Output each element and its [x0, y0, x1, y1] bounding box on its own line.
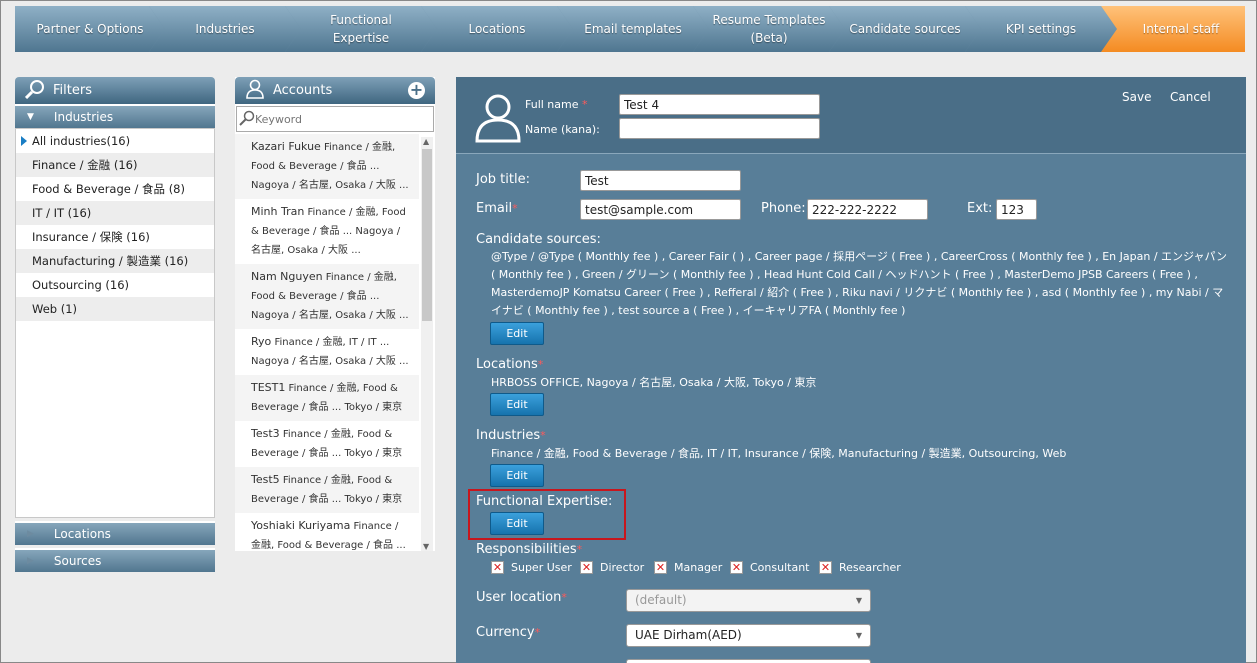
- edit-industries-button[interactable]: Edit: [490, 464, 544, 487]
- save-button[interactable]: Save: [1122, 90, 1151, 104]
- locations-header[interactable]: ▶ Locations: [15, 521, 215, 545]
- checkbox-researcher[interactable]: ✕ Researcher: [819, 561, 901, 574]
- industry-item[interactable]: Food & Beverage / 食品 (8): [16, 177, 214, 201]
- email-label: Email*: [476, 201, 518, 216]
- phone-input[interactable]: [807, 199, 928, 220]
- user-icon: [245, 79, 265, 103]
- locations-label: Locations*: [476, 357, 544, 372]
- filters-title: Filters: [53, 83, 92, 98]
- checked-x-icon: ✕: [654, 561, 667, 574]
- email-input[interactable]: [580, 199, 741, 220]
- chevron-down-icon: ▼: [27, 112, 34, 122]
- edit-functional-expertise-button[interactable]: Edit: [490, 512, 544, 535]
- list-item[interactable]: Yoshiaki Kuriyama Finance / 金融, Food & B…: [235, 513, 419, 551]
- partial-select[interactable]: [626, 659, 871, 663]
- chevron-down-icon: ▼: [855, 631, 862, 640]
- industries-list: All industries(16) Finance / 金融 (16) Foo…: [15, 128, 215, 518]
- industry-item[interactable]: IT / IT (16): [16, 201, 214, 225]
- user-location-label: User location*: [476, 590, 567, 605]
- list-item[interactable]: Nam Nguyen Finance / 金融, Food & Beverage…: [235, 264, 419, 329]
- checkbox-consultant[interactable]: ✕ Consultant: [730, 561, 809, 574]
- industries-value: Finance / 金融, Food & Beverage / 食品, IT /…: [491, 447, 1067, 460]
- accounts-panel: Accounts + Kazari Fukue Finance / 金融, Fo…: [235, 77, 435, 551]
- cancel-button[interactable]: Cancel: [1170, 90, 1211, 104]
- accounts-title: Accounts: [273, 83, 333, 98]
- industry-item[interactable]: Insurance / 保険 (16): [16, 225, 214, 249]
- wizard-steps: Partner & Options Industries Functional …: [15, 6, 1245, 52]
- step-resume-templates[interactable]: Resume Templates (Beta): [693, 6, 845, 52]
- search-icon: [239, 110, 255, 129]
- filters-panel: Filters ▼ Industries All industries(16) …: [15, 77, 215, 572]
- responsibilities-label: Responsibilities*: [476, 542, 583, 557]
- search-icon: [24, 79, 45, 103]
- industry-item[interactable]: Outsourcing (16): [16, 273, 214, 297]
- checkbox-super-user[interactable]: ✕ Super User: [491, 561, 572, 574]
- form-header: Full name * Name (kana): Save Cancel: [456, 77, 1246, 154]
- step-industries[interactable]: Industries: [149, 6, 301, 52]
- checked-x-icon: ✕: [730, 561, 743, 574]
- currency-select[interactable]: UAE Dirham(AED) ▼: [626, 624, 871, 647]
- user-location-select[interactable]: (default) ▼: [626, 589, 871, 612]
- candidate-sources-value: @Type / @Type ( Monthly fee ) , Career F…: [491, 250, 1228, 317]
- kana-label: Name (kana):: [525, 123, 600, 136]
- ext-label: Ext:: [967, 201, 993, 216]
- scroll-thumb[interactable]: [422, 149, 432, 321]
- step-functional-expertise[interactable]: Functional Expertise: [285, 6, 437, 52]
- kana-input[interactable]: [619, 118, 820, 139]
- list-item[interactable]: Minh Tran Finance / 金融, Food & Beverage …: [235, 199, 419, 264]
- step-kpi-settings[interactable]: KPI settings: [965, 6, 1117, 52]
- currency-label: Currency*: [476, 625, 541, 640]
- industries-header[interactable]: ▼ Industries: [15, 104, 215, 128]
- industry-item[interactable]: All industries(16): [16, 129, 214, 153]
- step-locations[interactable]: Locations: [421, 6, 573, 52]
- industries-label: Industries*: [476, 428, 546, 443]
- list-item[interactable]: Test3 Finance / 金融, Food & Beverage / 食品…: [235, 421, 419, 467]
- industry-item[interactable]: Web (1): [16, 297, 214, 321]
- full-name-input[interactable]: [619, 94, 820, 115]
- keyword-input[interactable]: [255, 112, 425, 126]
- add-account-button[interactable]: +: [408, 82, 425, 99]
- accounts-header: Accounts +: [235, 77, 435, 104]
- avatar: [474, 93, 522, 146]
- full-name-label: Full name *: [525, 98, 588, 111]
- staff-form: Full name * Name (kana): Save Cancel Job…: [456, 77, 1246, 663]
- step-internal-staff[interactable]: Internal staff: [1101, 6, 1245, 52]
- filters-header: Filters: [15, 77, 215, 104]
- list-item[interactable]: Ryo Finance / 金融, IT / IT ... Nagoya / 名…: [235, 329, 419, 375]
- edit-candidate-sources-button[interactable]: Edit: [490, 322, 544, 345]
- scroll-up-icon[interactable]: ▲: [423, 137, 429, 146]
- chevron-down-icon: ▼: [855, 596, 862, 605]
- scroll-down-icon[interactable]: ▼: [423, 542, 429, 551]
- chevron-right-icon: ▶: [27, 529, 34, 539]
- chevron-right-icon: ▶: [27, 556, 34, 566]
- job-title-input[interactable]: [580, 170, 741, 191]
- industry-item[interactable]: Finance / 金融 (16): [16, 153, 214, 177]
- checked-x-icon: ✕: [491, 561, 504, 574]
- phone-label: Phone:: [761, 201, 806, 216]
- edit-locations-button[interactable]: Edit: [490, 393, 544, 416]
- checkbox-manager[interactable]: ✕ Manager: [654, 561, 722, 574]
- job-title-label: Job title:: [476, 172, 530, 187]
- industry-item[interactable]: Manufacturing / 製造業 (16): [16, 249, 214, 273]
- sources-header[interactable]: ▶ Sources: [15, 548, 215, 572]
- accounts-list: Kazari Fukue Finance / 金融, Food & Bevera…: [235, 134, 419, 551]
- accounts-scrollbar[interactable]: ▲ ▼: [421, 137, 433, 551]
- checked-x-icon: ✕: [580, 561, 593, 574]
- step-partner-options[interactable]: Partner & Options: [15, 6, 165, 52]
- list-item[interactable]: Kazari Fukue Finance / 金融, Food & Bevera…: [235, 134, 419, 199]
- candidate-sources-label: Candidate sources:: [476, 232, 601, 247]
- checked-x-icon: ✕: [819, 561, 832, 574]
- list-item[interactable]: TEST1 Finance / 金融, Food & Beverage / 食品…: [235, 375, 419, 421]
- keyword-search: [236, 106, 434, 132]
- locations-value: HRBOSS OFFICE, Nagoya / 名古屋, Osaka / 大阪,…: [491, 376, 817, 389]
- list-item[interactable]: Test5 Finance / 金融, Food & Beverage / 食品…: [235, 467, 419, 513]
- step-candidate-sources[interactable]: Candidate sources: [829, 6, 981, 52]
- ext-input[interactable]: [996, 199, 1037, 220]
- checkbox-director[interactable]: ✕ Director: [580, 561, 644, 574]
- step-email-templates[interactable]: Email templates: [557, 6, 709, 52]
- functional-expertise-label: Functional Expertise:: [476, 494, 613, 509]
